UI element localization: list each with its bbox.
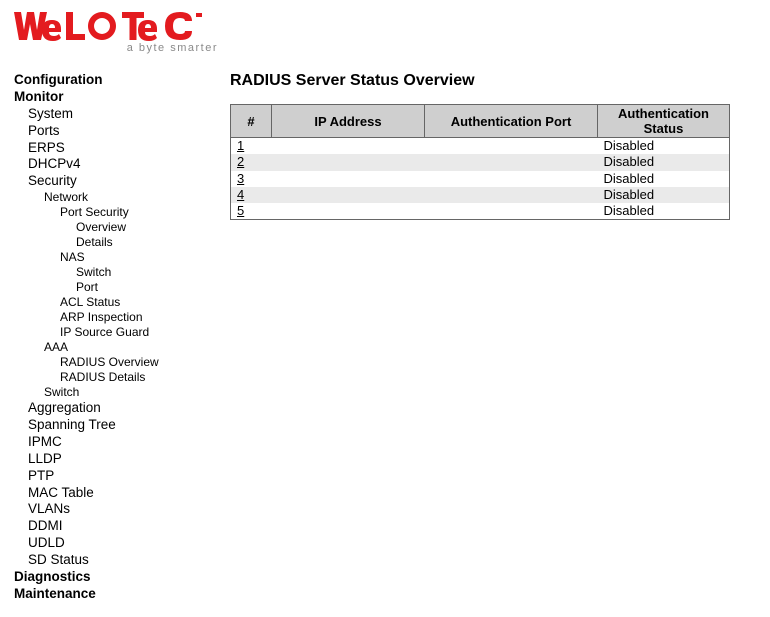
col-num: # xyxy=(231,105,272,138)
cell-auth-status: Disabled xyxy=(598,138,730,155)
cell-auth-port xyxy=(425,187,598,203)
sidebar-nav: Configuration Monitor System Ports ERPS … xyxy=(14,72,202,603)
col-auth-status: Authentication Status xyxy=(598,105,730,138)
nav-udld[interactable]: UDLD xyxy=(14,535,202,552)
nav-ipmc[interactable]: IPMC xyxy=(14,434,202,451)
nav-mac-table[interactable]: MAC Table xyxy=(14,485,202,502)
nav-aggregation[interactable]: Aggregation xyxy=(14,400,202,417)
nav-details[interactable]: Details xyxy=(14,235,202,250)
nav-vlans[interactable]: VLANs xyxy=(14,501,202,518)
page-title: RADIUS Server Status Overview xyxy=(230,72,756,90)
nav-ip-source-guard[interactable]: IP Source Guard xyxy=(14,325,202,340)
row-link[interactable]: 2 xyxy=(237,154,244,169)
nav-switch[interactable]: Switch xyxy=(14,385,202,400)
table-row: 5 Disabled xyxy=(231,203,730,220)
cell-auth-status: Disabled xyxy=(598,187,730,203)
nav-diagnostics[interactable]: Diagnostics xyxy=(14,569,202,586)
col-ip: IP Address xyxy=(272,105,425,138)
brand-logo xyxy=(14,10,218,44)
cell-ip xyxy=(272,171,425,187)
nav-nas-switch[interactable]: Switch xyxy=(14,265,202,280)
table-row: 2 Disabled xyxy=(231,154,730,170)
cell-auth-port xyxy=(425,171,598,187)
cell-auth-status: Disabled xyxy=(598,171,730,187)
table-row: 1 Disabled xyxy=(231,138,730,155)
nav-sd-status[interactable]: SD Status xyxy=(14,552,202,569)
nav-acl-status[interactable]: ACL Status xyxy=(14,295,202,310)
cell-auth-port xyxy=(425,154,598,170)
nav-ddmi[interactable]: DDMI xyxy=(14,518,202,535)
nav-system[interactable]: System xyxy=(14,106,202,123)
nav-lldp[interactable]: LLDP xyxy=(14,451,202,468)
nav-port-security[interactable]: Port Security xyxy=(14,205,202,220)
nav-radius-details[interactable]: RADIUS Details xyxy=(14,370,202,385)
nav-network[interactable]: Network xyxy=(14,190,202,205)
row-link[interactable]: 3 xyxy=(237,171,244,186)
nav-nas[interactable]: NAS xyxy=(14,250,202,265)
nav-aaa[interactable]: AAA xyxy=(14,340,202,355)
table-row: 3 Disabled xyxy=(231,171,730,187)
cell-ip xyxy=(272,138,425,155)
nav-arp-inspection[interactable]: ARP Inspection xyxy=(14,310,202,325)
table-row: 4 Disabled xyxy=(231,187,730,203)
nav-maintenance[interactable]: Maintenance xyxy=(14,586,202,603)
row-link[interactable]: 5 xyxy=(237,203,244,218)
nav-monitor[interactable]: Monitor xyxy=(14,89,202,106)
nav-dhcpv4[interactable]: DHCPv4 xyxy=(14,156,202,173)
nav-ports[interactable]: Ports xyxy=(14,123,202,140)
cell-auth-port xyxy=(425,138,598,155)
cell-ip xyxy=(272,203,425,220)
nav-erps[interactable]: ERPS xyxy=(14,140,202,157)
nav-radius-overview[interactable]: RADIUS Overview xyxy=(14,355,202,370)
content-pane: RADIUS Server Status Overview # IP Addre… xyxy=(202,72,756,220)
cell-auth-status: Disabled xyxy=(598,154,730,170)
row-link[interactable]: 1 xyxy=(237,138,244,153)
cell-ip xyxy=(272,187,425,203)
cell-auth-port xyxy=(425,203,598,220)
radius-status-table: # IP Address Authentication Port Authent… xyxy=(230,104,730,220)
nav-ptp[interactable]: PTP xyxy=(14,468,202,485)
nav-spanning-tree[interactable]: Spanning Tree xyxy=(14,417,202,434)
col-auth-port: Authentication Port xyxy=(425,105,598,138)
nav-security[interactable]: Security xyxy=(14,173,202,190)
cell-ip xyxy=(272,154,425,170)
nav-overview[interactable]: Overview xyxy=(14,220,202,235)
nav-nas-port[interactable]: Port xyxy=(14,280,202,295)
nav-configuration[interactable]: Configuration xyxy=(14,72,202,89)
brand-tagline: a byte smarter xyxy=(14,42,218,54)
cell-auth-status: Disabled xyxy=(598,203,730,220)
header: a byte smarter xyxy=(0,0,770,54)
row-link[interactable]: 4 xyxy=(237,187,244,202)
